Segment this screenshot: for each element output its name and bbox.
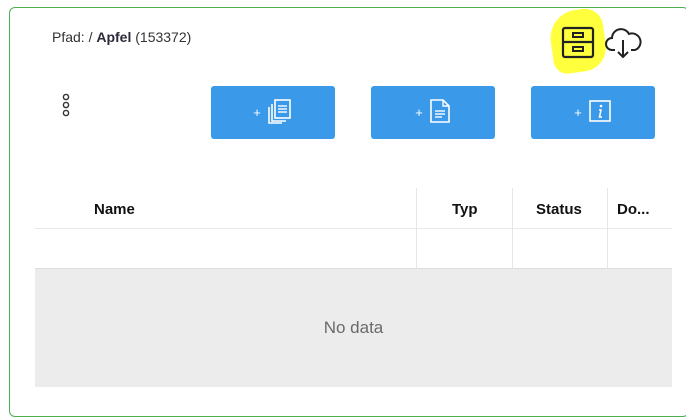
table-row bbox=[35, 228, 672, 269]
column-header-name[interactable]: Name bbox=[94, 188, 135, 228]
archive-drawer-icon[interactable] bbox=[560, 26, 596, 60]
breadcrumb-current[interactable]: Apfel bbox=[96, 29, 131, 45]
add-info-button[interactable]: + bbox=[531, 86, 655, 139]
more-vertical-icon[interactable] bbox=[60, 93, 72, 121]
empty-state-text: No data bbox=[323, 318, 384, 337]
table-header: Name Typ Status Do... bbox=[35, 188, 672, 228]
plus-label: + bbox=[253, 105, 261, 120]
info-icon bbox=[588, 99, 612, 126]
column-header-status[interactable]: Status bbox=[536, 188, 582, 228]
column-header-document[interactable]: Do... bbox=[617, 188, 650, 228]
empty-state: No data bbox=[35, 268, 672, 387]
breadcrumb: Pfad: / Apfel (153372) bbox=[52, 29, 191, 45]
document-icon bbox=[429, 98, 451, 127]
breadcrumb-id: (153372) bbox=[135, 29, 192, 45]
add-documents-button[interactable]: + bbox=[211, 86, 335, 139]
documents-stack-icon bbox=[267, 98, 293, 127]
plus-label: + bbox=[574, 105, 582, 120]
cloud-download-icon[interactable] bbox=[604, 24, 642, 60]
breadcrumb-prefix: Pfad: / bbox=[52, 29, 97, 45]
plus-label: + bbox=[415, 105, 423, 120]
column-header-typ[interactable]: Typ bbox=[452, 188, 478, 228]
add-document-button[interactable]: + bbox=[371, 86, 495, 139]
data-table: Name Typ Status Do... No data bbox=[35, 188, 672, 387]
